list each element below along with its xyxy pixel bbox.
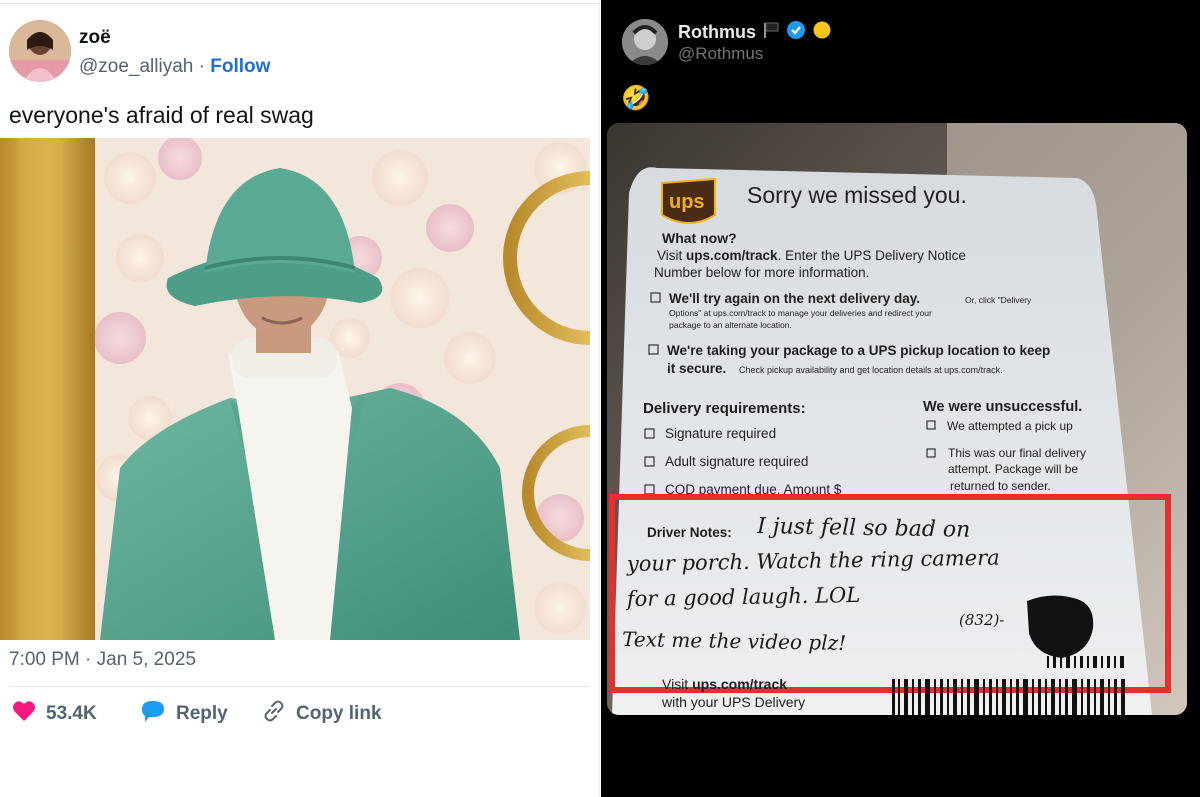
reply-bubble-icon bbox=[140, 699, 166, 729]
display-name[interactable]: zoë bbox=[79, 27, 111, 49]
svg-text:Visit ups.com/track: Visit ups.com/track bbox=[662, 676, 787, 692]
screenshot-collage: zoë @zoe_alliyah · Follow everyone's afr… bbox=[0, 0, 1200, 797]
verified-badge-icon bbox=[786, 20, 806, 45]
handwritten-note-line: Text me the video plz! bbox=[622, 627, 846, 655]
what-now-heading: What now? bbox=[662, 230, 737, 246]
copy-link-button[interactable]: Copy link bbox=[262, 699, 382, 729]
footer-link: ups.com/track bbox=[692, 676, 787, 692]
driver-notes-label: Driver Notes: bbox=[647, 525, 732, 540]
like-count: 53.4K bbox=[46, 703, 97, 724]
tweet-photo[interactable]: ups Sorry we missed you. What now? Visit… bbox=[607, 123, 1187, 715]
delivery-req-heading: Delivery requirements: bbox=[643, 400, 806, 417]
note-title: Sorry we missed you. bbox=[747, 182, 967, 208]
top-divider bbox=[0, 3, 600, 4]
tweet-photo[interactable] bbox=[0, 138, 590, 640]
what-now-text-2: . Enter the UPS Delivery Notice bbox=[778, 248, 966, 263]
reply-label: Reply bbox=[176, 703, 228, 724]
handle[interactable]: @Rothmus bbox=[678, 44, 763, 64]
what-now-text-3: Number below for more information. bbox=[654, 265, 869, 280]
option-1-small-2: Options" at ups.com/track to manage your… bbox=[669, 308, 932, 318]
timestamp[interactable]: 7:00 PM · Jan 5, 2025 bbox=[9, 649, 196, 671]
yellow-circle-icon bbox=[812, 20, 832, 45]
heart-icon bbox=[12, 700, 36, 728]
delivery-req-item: Adult signature required bbox=[665, 454, 808, 469]
like-button[interactable]: 53.4K bbox=[12, 700, 97, 728]
handle[interactable]: @zoe_alliyah bbox=[79, 56, 193, 77]
svg-text:Visit ups.com/track. Enter the: Visit ups.com/track. Enter the UPS Deliv… bbox=[657, 248, 966, 263]
phone-prefix: (832)- bbox=[959, 611, 1004, 629]
reply-button[interactable]: Reply bbox=[140, 699, 228, 729]
avatar[interactable] bbox=[622, 19, 668, 65]
copy-link-label: Copy link bbox=[296, 703, 382, 724]
unsuccessful-heading: We were unsuccessful. bbox=[923, 399, 1082, 415]
divider bbox=[9, 686, 590, 687]
link-icon bbox=[262, 699, 286, 729]
unsuccessful-item: returned to sender. bbox=[950, 479, 1051, 493]
footer-cut-text: with your UPS Delivery bbox=[661, 694, 805, 710]
option-2-text-2: it secure. bbox=[667, 361, 726, 376]
option-1-text: We'll try again on the next delivery day… bbox=[669, 291, 920, 306]
display-name-row: Rothmus bbox=[678, 20, 832, 45]
ups-logo: ups bbox=[661, 177, 716, 224]
svg-text:ups: ups bbox=[669, 191, 705, 213]
separator: · bbox=[198, 56, 205, 77]
delivery-req-item: Signature required bbox=[665, 426, 776, 441]
unsuccessful-item: We attempted a pick up bbox=[947, 419, 1073, 433]
avatar[interactable] bbox=[9, 20, 71, 82]
handwritten-note-line: I just fell so bad on bbox=[756, 514, 971, 543]
option-2-small: Check pickup availability and get locati… bbox=[739, 365, 1003, 375]
what-now-text: Visit bbox=[657, 248, 686, 263]
tweet-text: 🤣 bbox=[621, 85, 651, 112]
follow-button[interactable]: Follow bbox=[210, 56, 270, 77]
handwritten-note-line: for a good laugh. LOL bbox=[625, 583, 861, 611]
option-1-small: Or, click "Delivery bbox=[965, 295, 1032, 305]
ups-track-link: ups.com/track bbox=[686, 248, 778, 263]
option-2-text: We're taking your package to a UPS picku… bbox=[667, 343, 1050, 358]
option-1-small-3: package to an alternate location. bbox=[669, 320, 792, 330]
display-name[interactable]: Rothmus bbox=[678, 22, 756, 43]
tweet-text: everyone's afraid of real swag bbox=[9, 102, 314, 128]
black-flag-icon bbox=[762, 21, 780, 44]
handle-row: @zoe_alliyah · Follow bbox=[79, 56, 270, 78]
unsuccessful-item: This was our final delivery bbox=[948, 446, 1086, 460]
footer-visit-text: Visit bbox=[662, 676, 692, 692]
right-tweet: Rothmus @Rothmus 🤣 ups Sorry we missed y… bbox=[601, 0, 1200, 797]
unsuccessful-item: attempt. Package will be bbox=[948, 462, 1078, 476]
left-tweet: zoë @zoe_alliyah · Follow everyone's afr… bbox=[0, 0, 600, 797]
